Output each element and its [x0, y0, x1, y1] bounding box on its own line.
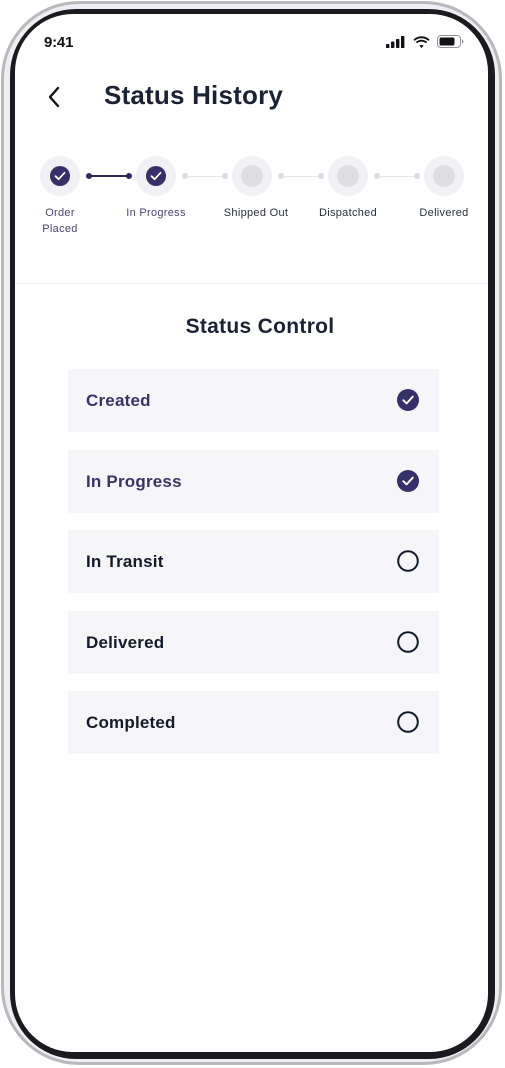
check-icon	[50, 166, 70, 186]
step-in-progress	[136, 156, 176, 196]
step-delivered	[424, 156, 464, 196]
status-option-in-transit[interactable]: In Transit	[68, 530, 439, 593]
pending-step-dot	[433, 165, 455, 187]
status-option-delivered[interactable]: Delivered	[68, 611, 439, 674]
step-shipped-out	[232, 156, 272, 196]
status-option-completed[interactable]: Completed	[68, 691, 439, 754]
step-label-in-progress: In Progress	[126, 207, 186, 219]
step-connector	[86, 173, 132, 179]
step-connector	[278, 173, 324, 179]
back-button[interactable]	[42, 83, 66, 111]
app-screen: 9:41 Status History Order Placed In Prog…	[15, 14, 488, 1052]
status-option-label: Completed	[86, 713, 176, 732]
section-divider	[15, 283, 488, 284]
step-dispatched	[328, 156, 368, 196]
progress-stepper: Order Placed In Progress Shipped Out Dis…	[15, 154, 488, 264]
status-bar-icons	[386, 35, 464, 48]
status-control-title: Status Control	[185, 315, 335, 338]
step-label-shipped-out: Shipped Out	[223, 207, 289, 219]
cellular-signal-icon	[386, 35, 405, 48]
status-option-in-progress[interactable]: In Progress	[68, 450, 439, 513]
status-option-label: Delivered	[86, 633, 165, 652]
step-connector	[182, 173, 228, 179]
pending-step-dot	[241, 165, 263, 187]
status-option-created[interactable]: Created	[68, 369, 439, 432]
pending-step-dot	[337, 165, 359, 187]
check-icon	[146, 166, 166, 186]
step-label-order-placed: Order Placed	[42, 207, 78, 235]
empty-circle-icon	[397, 550, 419, 572]
step-label-delivered: Delivered	[419, 207, 469, 219]
status-option-label: Created	[86, 391, 151, 410]
page-title: Status History	[104, 80, 284, 110]
empty-circle-icon	[397, 711, 419, 733]
step-connector	[374, 173, 420, 179]
checked-circle-icon	[397, 389, 419, 411]
status-bar-time: 9:41	[44, 34, 74, 51]
status-option-label: In Transit	[86, 552, 164, 571]
step-order-placed	[40, 156, 80, 196]
status-option-label: In Progress	[86, 472, 182, 491]
empty-circle-icon	[397, 631, 419, 653]
battery-icon	[437, 35, 464, 48]
chevron-left-icon	[48, 86, 60, 108]
checked-circle-icon	[397, 470, 419, 492]
step-label-dispatched: Dispatched	[318, 207, 378, 219]
wifi-icon	[413, 35, 430, 48]
